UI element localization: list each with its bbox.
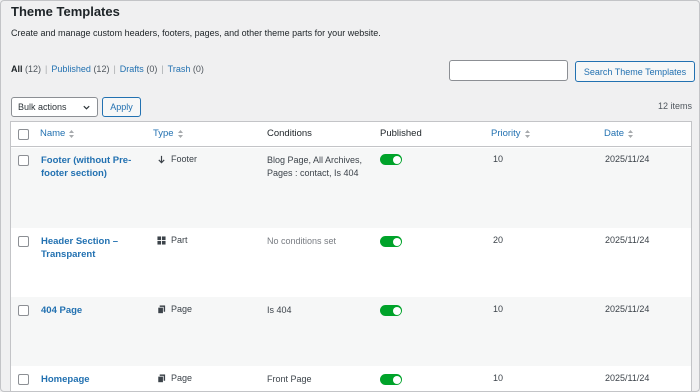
column-type[interactable]: Type <box>153 128 184 139</box>
type-cell: Page <box>157 373 192 383</box>
select-all-checkbox[interactable] <box>18 129 29 140</box>
filter-trash-count: (0) <box>192 64 204 74</box>
priority-value: 10 <box>493 373 504 383</box>
filter-all-count: (12) <box>25 64 42 74</box>
table-header: Name Type Conditions Published Priority … <box>11 122 691 147</box>
filter-drafts-count: (0) <box>146 64 158 74</box>
page-description: Create and manage custom headers, footer… <box>11 28 381 38</box>
column-name[interactable]: Name <box>40 128 75 139</box>
table-row: Header Section – Transparent Part No con… <box>11 228 691 297</box>
filter-published-count: (12) <box>93 64 110 74</box>
column-priority[interactable]: Priority <box>491 128 531 139</box>
items-count: 12 items <box>657 101 692 111</box>
chevron-down-icon <box>83 105 90 110</box>
conditions-text: No conditions set <box>267 236 337 246</box>
search-input[interactable] <box>449 60 568 81</box>
filter-separator: | <box>161 64 164 74</box>
template-title-link[interactable]: Homepage <box>41 373 151 386</box>
app-frame: Theme Templates Create and manage custom… <box>0 0 700 392</box>
template-title-link[interactable]: Footer (without Pre-footer section) <box>41 154 151 180</box>
published-toggle[interactable] <box>380 154 402 165</box>
status-filter-links: All (12) | Published (12) | Drafts (0) | Trash… <box>11 64 204 74</box>
page-icon <box>157 373 166 383</box>
filter-all-link[interactable]: All <box>11 64 23 74</box>
template-title-link[interactable]: Header Section – Transparent <box>41 235 151 261</box>
type-label: Page <box>171 304 193 314</box>
page-title: Theme Templates <box>11 4 120 19</box>
priority-value: 10 <box>493 154 504 164</box>
row-checkbox[interactable] <box>18 155 29 166</box>
filter-trash-link[interactable]: Trash <box>168 64 191 74</box>
priority-value: 10 <box>493 304 504 314</box>
apply-button[interactable]: Apply <box>102 97 141 117</box>
grid-icon <box>157 235 166 245</box>
bulk-actions-select[interactable]: Bulk actions <box>11 97 98 117</box>
conditions-text: Is 404 <box>267 305 292 315</box>
type-cell: Page <box>157 304 192 314</box>
type-cell: Footer <box>157 154 197 164</box>
sort-icon <box>628 129 634 138</box>
sort-icon <box>524 129 530 138</box>
search-templates-button[interactable]: Search Theme Templates <box>575 61 695 82</box>
type-label: Footer <box>171 154 198 164</box>
column-conditions: Conditions <box>267 128 312 139</box>
date-value: 2025/11/24 <box>605 304 650 314</box>
bulk-actions-value: Bulk actions <box>18 102 67 112</box>
page-icon <box>157 304 166 314</box>
published-toggle[interactable] <box>380 236 402 247</box>
row-checkbox[interactable] <box>18 236 29 247</box>
published-toggle[interactable] <box>380 305 402 316</box>
priority-value: 20 <box>493 235 504 245</box>
published-toggle[interactable] <box>380 374 402 385</box>
column-published: Published <box>380 128 422 139</box>
templates-table: Name Type Conditions Published Priority … <box>10 121 692 391</box>
date-value: 2025/11/24 <box>605 373 650 383</box>
sort-icon <box>177 129 183 138</box>
date-value: 2025/11/24 <box>605 235 650 245</box>
sort-icon <box>69 129 75 138</box>
conditions-text: Front Page <box>267 374 312 384</box>
type-cell: Part <box>157 235 188 245</box>
date-value: 2025/11/24 <box>605 154 650 164</box>
table-row: Footer (without Pre-footer section) Foot… <box>11 148 691 228</box>
filter-separator: | <box>113 64 116 74</box>
filter-separator: | <box>45 64 48 74</box>
column-date[interactable]: Date <box>604 128 634 139</box>
template-title-link[interactable]: 404 Page <box>41 304 151 317</box>
table-row: 404 Page Page Is 404 10 2025/11/24 <box>11 297 691 366</box>
filter-published-link[interactable]: Published <box>51 64 91 74</box>
filter-drafts-link[interactable]: Drafts <box>120 64 144 74</box>
type-label: Page <box>171 373 193 383</box>
type-label: Part <box>171 235 188 245</box>
arrow-down-icon <box>158 155 165 163</box>
conditions-text: Blog Page, All Archives, Pages : contact… <box>267 155 363 178</box>
row-checkbox[interactable] <box>18 305 29 316</box>
table-row: Homepage Page Front Page 10 2025/11/24 <box>11 366 691 391</box>
row-checkbox[interactable] <box>18 374 29 385</box>
